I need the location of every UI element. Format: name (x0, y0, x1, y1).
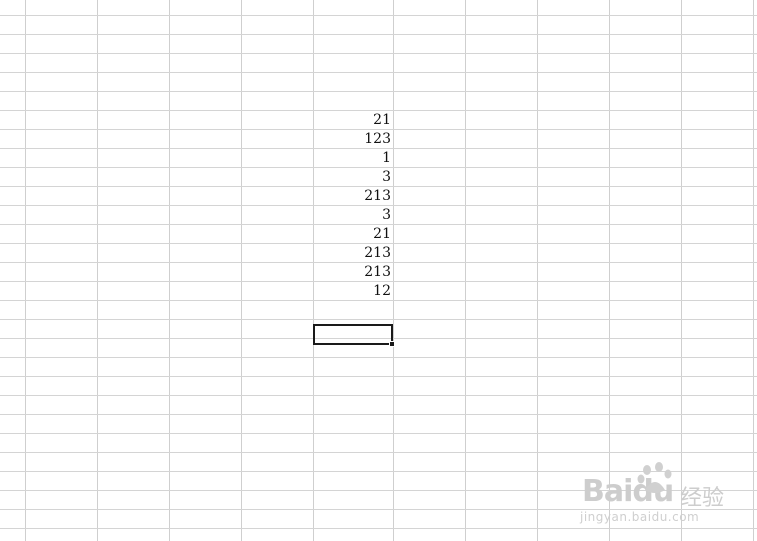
cell-value[interactable]: 213 (314, 263, 393, 282)
active-cell-selection[interactable] (313, 324, 393, 345)
column-gridline (25, 0, 26, 541)
cell-value[interactable]: 12 (314, 282, 393, 301)
cell-value[interactable]: 1 (314, 149, 393, 168)
row-gridline (0, 91, 757, 92)
row-gridline (0, 34, 757, 35)
row-gridline (0, 376, 757, 377)
spreadsheet-grid[interactable]: 21 123 1 3 213 3 21 213 213 12 Baidu 经验 jingyan.b… (0, 0, 757, 541)
row-gridline (0, 528, 757, 529)
column-gridline (241, 0, 242, 541)
cell-value[interactable]: 213 (314, 187, 393, 206)
row-gridline (0, 357, 757, 358)
cell-value[interactable]: 123 (314, 130, 393, 149)
cell-value[interactable]: 3 (314, 168, 393, 187)
cell-value[interactable]: 213 (314, 244, 393, 263)
column-gridline (537, 0, 538, 541)
column-gridline (393, 0, 394, 541)
column-gridline (169, 0, 170, 541)
fill-handle[interactable] (389, 341, 395, 347)
row-gridline (0, 433, 757, 434)
row-gridline (0, 414, 757, 415)
watermark-url-text: jingyan.baidu.com (580, 510, 700, 524)
watermark-suffix-text: 经验 (680, 486, 725, 511)
row-gridline (0, 72, 757, 73)
cell-value[interactable]: 3 (314, 206, 393, 225)
row-gridline (0, 15, 757, 16)
paw-logo-icon (637, 462, 672, 493)
column-gridline (753, 0, 754, 541)
row-gridline (0, 53, 757, 54)
column-gridline (97, 0, 98, 541)
column-gridline (465, 0, 466, 541)
cell-value[interactable]: 21 (314, 225, 393, 244)
row-gridline (0, 319, 757, 320)
cell-value[interactable]: 21 (314, 111, 393, 130)
row-gridline (0, 395, 757, 396)
baidu-jingyan-watermark: Baidu 经验 jingyan.baidu.com (580, 460, 740, 528)
row-gridline (0, 452, 757, 453)
